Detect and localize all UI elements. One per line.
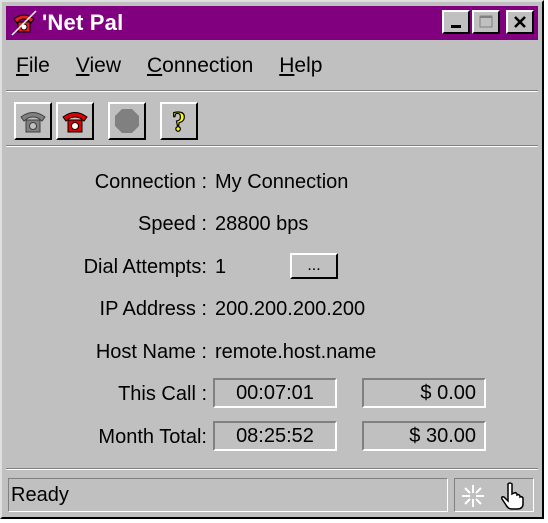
ip-address-value: 200.200.200.200 [215,298,366,320]
host-name-value: remote.host.name [215,341,377,363]
hand-pointer-icon[interactable] [499,481,527,511]
app-phone-icon [10,9,38,37]
disconnect-button[interactable] [56,102,94,140]
host-name-label: Host Name : [95,341,207,363]
this-call-label: This Call : [118,383,207,405]
app-window: 'Net Pal File View Connection Help ? Con… [0,0,544,519]
month-total-cost-field: $ 30.00 [362,421,486,451]
speed-value: 28800 bps [215,213,309,235]
this-call-time-field: 00:07:01 [213,378,337,408]
menu-help[interactable]: Help [279,54,322,78]
minimize-icon [451,25,461,28]
toolbar: ? [14,102,198,140]
maximize-button[interactable] [472,10,500,34]
ip-address-label: IP Address : [99,298,207,320]
dial-attempts-label: Dial Attempts: [83,256,207,278]
status-indicator-area [454,478,534,512]
month-total-time-field: 08:25:52 [213,421,337,451]
menu-connection[interactable]: Connection [147,54,253,78]
title-bar[interactable]: 'Net Pal [6,6,538,40]
dial-attempts-value: 1 [215,256,227,278]
menu-bar: File View Connection Help [6,46,338,86]
connection-value: My Connection [215,171,349,193]
menu-file[interactable]: File [16,54,50,78]
window-controls [442,10,534,34]
stop-button[interactable] [108,102,146,140]
svg-text:?: ? [172,107,186,136]
help-button[interactable]: ? [160,102,198,140]
month-total-label: Month Total: [98,426,207,448]
maximize-icon [479,15,493,28]
toolbar-separator [6,145,538,147]
status-bar: Ready [6,474,538,514]
connection-label: Connection : [94,171,207,193]
this-call-cost-field: $ 0.00 [362,378,486,408]
speed-label: Speed : [138,213,207,235]
close-icon [514,16,526,28]
close-button[interactable] [506,10,534,34]
minimize-button[interactable] [442,10,470,34]
status-text: Ready [8,478,448,512]
help-question-icon: ? [171,106,186,136]
window-title: 'Net Pal [42,10,124,35]
stop-icon [115,109,139,133]
menu-separator [6,90,538,92]
dial-settings-button[interactable]: ... [290,253,338,279]
status-separator [6,468,538,470]
activity-spinner-icon [462,485,484,507]
connect-phone-icon [20,112,46,133]
menu-view[interactable]: View [76,54,121,78]
disconnect-phone-icon [62,112,88,133]
connection-info-panel: Connection : My Connection Speed : 28800… [6,149,538,467]
connect-button[interactable] [14,102,52,140]
